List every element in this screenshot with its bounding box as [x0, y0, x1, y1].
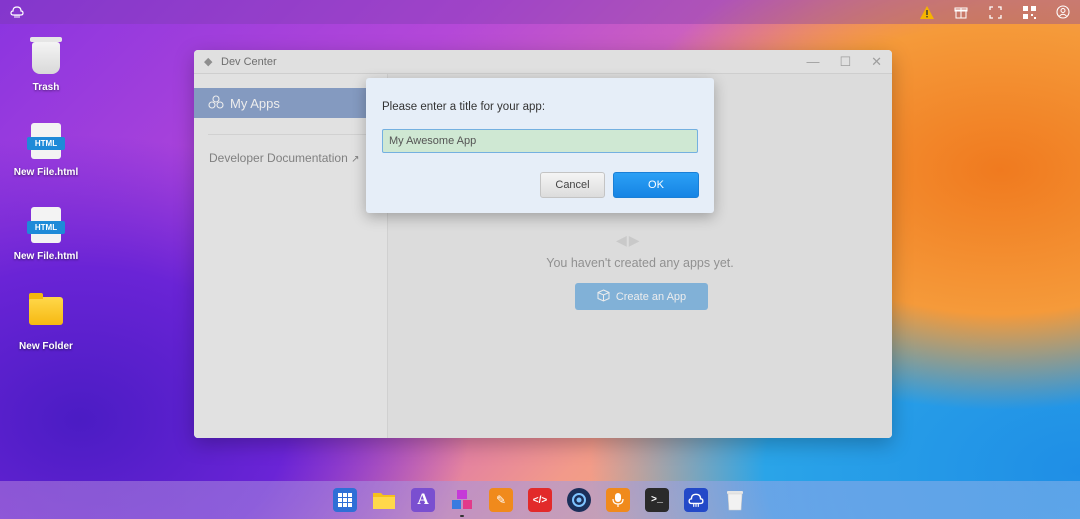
desktop-item-label: New File.html	[13, 251, 79, 262]
grid-icon	[338, 493, 352, 507]
dock-app-editor[interactable]: A	[411, 488, 435, 512]
ok-button[interactable]: OK	[613, 172, 699, 198]
trash-icon	[727, 491, 743, 511]
taskbar-dock: A ✎ </> >_	[0, 481, 1080, 519]
top-bar	[0, 0, 1080, 24]
trash-icon	[28, 37, 64, 76]
desktop-item-label: New File.html	[13, 167, 79, 178]
dock-app-code[interactable]: </>	[528, 488, 552, 512]
cubes-icon	[452, 490, 472, 509]
desktop-item-html-file[interactable]: HTML New File.html	[6, 123, 86, 178]
dock-app-camera[interactable]	[567, 488, 591, 512]
desktop-item-html-file[interactable]: HTML New File.html	[6, 207, 86, 262]
dock-app-recorder[interactable]	[606, 488, 630, 512]
puter-logo-icon[interactable]	[10, 5, 24, 19]
dialog-prompt: Please enter a title for your app:	[382, 101, 546, 113]
desktop-item-label: Trash	[32, 82, 60, 93]
html-file-icon: HTML	[27, 207, 65, 245]
dock-app-trash[interactable]	[723, 488, 747, 512]
app-title-input[interactable]	[382, 129, 698, 153]
dock-app-puter[interactable]	[684, 488, 708, 512]
qr-code-icon[interactable]	[1022, 5, 1036, 19]
dock-app-terminal[interactable]: >_	[645, 488, 669, 512]
camera-icon	[572, 493, 586, 507]
user-icon[interactable]	[1056, 5, 1070, 19]
dock-app-launcher[interactable]	[333, 488, 357, 512]
app-title-dialog: Please enter a title for your app: Cance…	[366, 78, 714, 213]
html-file-icon: HTML	[27, 123, 65, 161]
warning-icon[interactable]	[920, 5, 934, 19]
folder-icon	[373, 493, 395, 509]
folder-icon	[28, 293, 64, 335]
puter-logo-icon	[688, 493, 704, 507]
dock-app-paint[interactable]: ✎	[489, 488, 513, 512]
fullscreen-icon[interactable]	[988, 5, 1002, 19]
microphone-icon	[612, 493, 624, 507]
cancel-button[interactable]: Cancel	[540, 172, 605, 198]
gift-icon[interactable]	[954, 5, 968, 19]
desktop-item-label: New Folder	[19, 341, 73, 352]
dock-app-dev-center[interactable]	[450, 488, 474, 517]
dock-app-files[interactable]	[372, 488, 396, 512]
desktop-item-folder[interactable]: New Folder	[6, 291, 86, 352]
desktop-item-trash[interactable]: Trash	[6, 37, 86, 93]
